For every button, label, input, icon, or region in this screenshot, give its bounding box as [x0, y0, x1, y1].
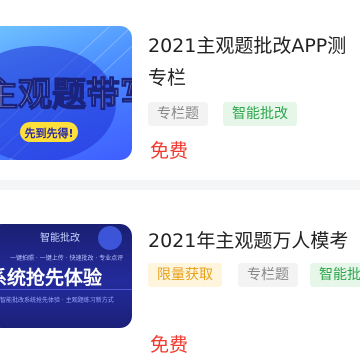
thumbnail-art: 智能批改 一键拍照 · 一键上传 · 快速批改 · 专业点评 系统抢先体验 智能… [0, 226, 132, 304]
thumbnail-headline: 主观题带写 [0, 75, 132, 115]
course-thumbnail[interactable]: 主观题带写 先到先得! [0, 26, 132, 160]
course-card-1[interactable]: 主观题带写 先到先得! 2021主观题批改APP测 专栏 专栏题 智能批改 免费 [0, 0, 360, 180]
thumbnail-headline: 系统抢先体验 [0, 266, 103, 289]
tag-smart-grading: 智能批 [310, 263, 360, 287]
thumbnail-badge: 先到先得! [24, 126, 73, 140]
thumbnail-art: 主观题带写 先到先得! [0, 26, 132, 160]
section-divider [0, 180, 360, 190]
tag-limited: 限量获取 [148, 263, 222, 287]
tag-column-question: 专栏题 [148, 102, 208, 126]
course-thumbnail[interactable]: 智能批改 一键拍照 · 一键上传 · 快速批改 · 专业点评 系统抢先体验 智能… [0, 224, 132, 328]
tag-smart-grading: 智能批改 [223, 102, 297, 126]
thumbnail-caption: 智能批改系统抢先体验 · 主观题练习新方式 [0, 296, 114, 304]
course-title[interactable]: 2021年主观题万人模考 [148, 225, 360, 257]
course-title[interactable]: 2021主观题批改APP测 [148, 30, 360, 62]
course-title-line2[interactable]: 专栏 [148, 62, 186, 94]
thumbnail-subline: 一键拍照 · 一键上传 · 快速批改 · 专业点评 [10, 254, 123, 262]
tag-column-question: 专栏题 [238, 263, 298, 287]
thumbnail-top-label: 智能批改 [40, 231, 80, 244]
price-label: 免费 [150, 334, 189, 356]
price-label: 免费 [150, 140, 189, 162]
